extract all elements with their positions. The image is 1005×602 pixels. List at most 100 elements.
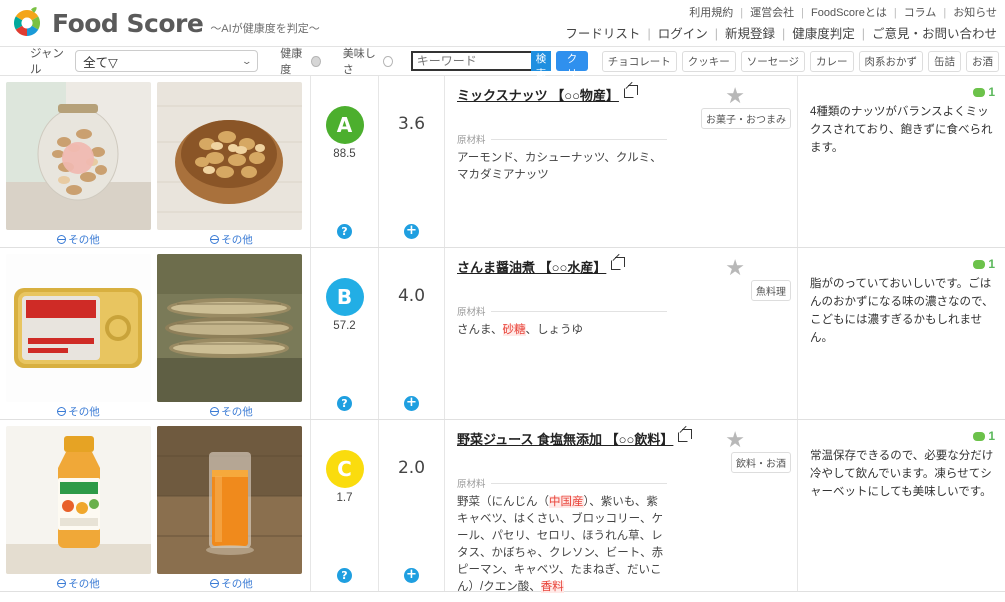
help-row: ? [311, 396, 378, 411]
header-nav: 利用規約 | 運営会社 | FoodScoreとは | コラム | お知らせ フードリスト | ログ… [565, 4, 997, 43]
help-row: ? [311, 224, 378, 239]
nav-contact[interactable]: ご意見・お問い合わせ [872, 27, 997, 41]
plus-circle-icon[interactable]: + [404, 224, 419, 239]
health-toggle-knob[interactable] [311, 55, 321, 67]
help-circle-icon[interactable]: ? [337, 224, 352, 239]
category-badge: 魚料理 [751, 280, 791, 301]
nav-foodlist[interactable]: フードリスト [565, 27, 640, 41]
product-info-cell: ミックスナッツ 【○○物産】 ★ お菓子・おつまみ 原材料 アーモンド、カシュー… [444, 76, 797, 247]
product-image-secondary-cell: その他 [155, 420, 310, 591]
product-info-cell: 野菜ジュース 食塩無添加 【○○飲料】 ★ 飲料・お酒 原材料 野菜（にんじん（… [444, 420, 797, 593]
search-button[interactable]: 検索 [530, 51, 552, 80]
tag-alcohol[interactable]: お酒 [966, 50, 999, 72]
product-image-bowl[interactable] [157, 82, 302, 230]
grade-cell: C 1.7 ? [310, 420, 378, 591]
comment-count: 1 [988, 85, 995, 99]
product-image-juice-glass[interactable] [157, 426, 302, 574]
external-link-icon[interactable] [611, 257, 626, 270]
comment-bubble-icon [973, 88, 986, 97]
tag-canned[interactable]: 缶詰 [928, 50, 961, 72]
favorite-star-icon[interactable]: ★ [725, 85, 745, 107]
nav-sep: | [893, 7, 897, 19]
tag-sausage[interactable]: ソーセージ [740, 50, 805, 72]
highlighted-ingredient: 中国産 [549, 496, 584, 508]
image-source-link[interactable]: その他 [157, 404, 306, 419]
table-row: その他 [0, 76, 1005, 248]
health-score: 57.2 [333, 320, 356, 332]
genre-select[interactable]: 全て▽ ⌄ [75, 50, 259, 72]
nav-login[interactable]: ログイン [658, 27, 708, 41]
table-row: その他 その他 C 1.7 ? 2.0 + 野菜ジュース 食塩無添加 【○○飲料… [0, 420, 1005, 593]
taste-cell: 2.0 + [378, 420, 444, 591]
category-badge: お菓子・おつまみ [701, 108, 791, 129]
taste-toggle-label: 美味しさ [342, 48, 376, 76]
taste-cell: 4.0 + [378, 248, 444, 419]
product-image-fish[interactable] [157, 254, 302, 402]
taste-toggle-knob[interactable] [383, 55, 393, 67]
nav-column[interactable]: コラム [904, 7, 937, 19]
nav-health-check[interactable]: 健康度判定 [792, 27, 855, 41]
tag-chocolate[interactable]: チョコレート [601, 50, 677, 72]
image-source-label: その他 [68, 406, 100, 418]
comment-count-row[interactable]: 1 [810, 429, 995, 443]
add-row: + [379, 567, 444, 583]
favorite-star-icon[interactable]: ★ [725, 257, 745, 279]
favorite-star-icon[interactable]: ★ [725, 429, 745, 451]
product-image-bottle[interactable] [6, 426, 151, 574]
health-toggle[interactable]: 健康度 [280, 45, 321, 77]
health-toggle-label: 健康度 [280, 48, 303, 76]
nav-company[interactable]: 運営会社 [750, 7, 794, 19]
grade-badge: C [325, 450, 364, 488]
product-image-secondary-cell: その他 [155, 76, 310, 247]
search-input[interactable] [410, 51, 531, 71]
taste-score: 2.0 [397, 458, 426, 478]
comment-count-row[interactable]: 1 [810, 257, 995, 271]
comment-count: 1 [988, 257, 995, 271]
image-source-link[interactable]: その他 [6, 404, 151, 419]
product-title-link[interactable]: さんま醤油煮 【○○水産】 [457, 257, 606, 276]
product-info-cell: さんま醤油煮 【○○水産】 ★ 魚料理 原材料 さんま、砂糖、しょうゆ [444, 248, 797, 419]
external-link-icon[interactable] [678, 429, 693, 442]
tag-filters: チョコレート クッキー ソーセージ カレー 肉系おかず 缶詰 お酒 [601, 50, 999, 72]
plus-circle-icon[interactable]: + [404, 568, 419, 583]
product-title-link[interactable]: 野菜ジュース 食塩無添加 【○○飲料】 [457, 429, 673, 448]
image-source-link[interactable]: その他 [157, 232, 306, 247]
product-image-primary-cell: その他 [0, 420, 155, 591]
taste-toggle[interactable]: 美味しさ [343, 45, 393, 77]
nav-sep: | [647, 27, 651, 41]
image-source-link[interactable]: その他 [6, 576, 151, 591]
nav-signup[interactable]: 新規登録 [725, 27, 775, 41]
image-source-link[interactable]: その他 [157, 576, 306, 591]
product-title-link[interactable]: ミックスナッツ 【○○物産】 [457, 85, 619, 104]
ingredients-heading-row: 原材料 [457, 304, 785, 318]
comment-cell: 1 常温保存できるので、必要な分だけ冷やして飲んでいます。凍らせてシャーベットに… [797, 420, 1005, 591]
comment-count-row[interactable]: 1 [810, 85, 995, 99]
comment-bubble-icon [973, 260, 986, 269]
globe-icon [210, 407, 220, 416]
comment-text: 脂がのっていておいしいです。ごはんのおかずになる味の濃さなので、こどもには濃すぎ… [810, 278, 994, 344]
clear-button[interactable]: クリア [556, 51, 588, 95]
comment-count: 1 [988, 429, 995, 443]
nav-news[interactable]: お知らせ [953, 7, 997, 19]
image-source-link[interactable]: その他 [6, 232, 151, 247]
external-link-icon[interactable] [623, 85, 638, 98]
plus-circle-icon[interactable]: + [404, 396, 419, 411]
comment-bubble-icon [973, 432, 986, 441]
grade-badge: A [325, 106, 364, 144]
nav-about[interactable]: FoodScoreとは [811, 7, 887, 19]
health-score: 88.5 [333, 148, 356, 160]
tag-curry[interactable]: カレー [810, 50, 854, 72]
product-image-can[interactable] [6, 254, 151, 402]
nav-sep: | [861, 27, 865, 41]
globe-icon [57, 579, 67, 588]
ingredients-text: 野菜（にんじん（中国産）、紫いも、紫キャベツ、はくさい、ブロッコリー、ケール、パ… [457, 496, 664, 593]
brand[interactable]: Food Score ～AIが健康度を判定～ [10, 6, 320, 40]
help-circle-icon[interactable]: ? [337, 396, 352, 411]
tag-cookie[interactable]: クッキー [681, 50, 736, 72]
help-circle-icon[interactable]: ? [337, 568, 352, 583]
nav-terms[interactable]: 利用規約 [689, 7, 733, 19]
highlighted-ingredient: 砂糖 [502, 324, 526, 336]
tag-meat-dish[interactable]: 肉系おかず [858, 50, 923, 72]
product-image-jar[interactable] [6, 82, 151, 230]
genre-selected-value: 全て▽ [83, 55, 118, 70]
